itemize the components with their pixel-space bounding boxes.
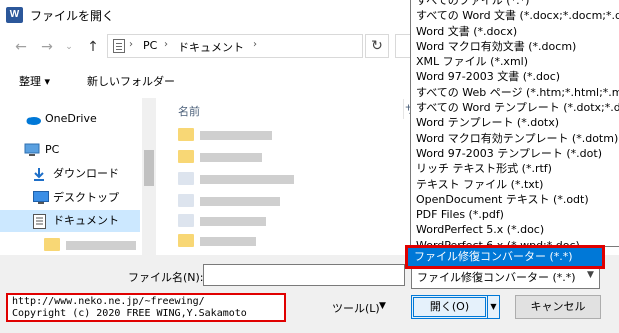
desktop-icon (33, 191, 49, 204)
dropdown-option[interactable]: OpenDocument テキスト (*.odt) (416, 192, 619, 207)
file-name-label: ファイル名(N): (128, 271, 204, 284)
folder-icon (178, 234, 194, 247)
sidebar-item-label: ドキュメント (53, 214, 119, 227)
sidebar-item-onedrive[interactable]: OneDrive (0, 108, 140, 130)
monitor-icon (24, 143, 40, 156)
sidebar-scrollbar-thumb[interactable] (144, 150, 154, 186)
refresh-icon: ↻ (371, 38, 383, 54)
file-type-dropdown-list[interactable]: すべてのファイル (*.*) すべての Word 文書 (*.docx;*.do… (410, 0, 619, 247)
dropdown-option[interactable]: Word マクロ有効テンプレート (*.dotm) (416, 131, 619, 146)
forward-button[interactable]: → (38, 38, 56, 56)
download-icon (34, 168, 44, 181)
breadcrumb-separator: › (164, 39, 168, 50)
word-app-icon: W (6, 7, 23, 23)
documents-location-icon (113, 39, 125, 53)
sidebar-item-label: OneDrive (45, 112, 97, 125)
dropdown-option[interactable]: Word マクロ有効文書 (*.docm) (416, 39, 619, 54)
folder-icon (44, 238, 60, 251)
cloud-icon (26, 117, 41, 125)
up-button[interactable]: ↑ (84, 38, 102, 56)
arrow-right-icon: → (41, 39, 53, 55)
watermark-copyright: Copyright (c) 2020 FREE WING,Y.Sakamoto (12, 308, 247, 319)
open-button[interactable]: 開く(O) (411, 295, 488, 319)
blurred-label (200, 217, 266, 226)
dropdown-option[interactable]: PDF Files (*.pdf) (416, 207, 619, 222)
dropdown-option[interactable]: Word 文書 (*.docx) (416, 24, 619, 39)
dropdown-option[interactable]: すべてのファイル (*.*) (416, 0, 619, 8)
file-icon (178, 194, 194, 207)
organize-button[interactable]: 整理 ▾ (19, 73, 50, 89)
chevron-down-icon: ▼ (490, 302, 497, 311)
copyright-watermark: http://www.neko.ne.jp/~freewing/ Copyrig… (6, 293, 286, 322)
file-icon (178, 172, 194, 185)
dropdown-option-highlighted[interactable]: ファイル修復コンバーター (*.*) (408, 248, 602, 266)
column-header-name[interactable]: 名前 (178, 103, 200, 119)
open-split-arrow[interactable]: ▼ (488, 295, 500, 319)
blurred-label (66, 241, 136, 250)
dropdown-option[interactable]: すべての Word テンプレート (*.dotx;*.dotm (416, 100, 619, 115)
dropdown-option[interactable]: すべての Web ページ (*.htm;*.html;*.mht; (416, 85, 619, 100)
breadcrumb-separator: › (253, 39, 257, 50)
dropdown-option[interactable]: XML ファイル (*.xml) (416, 54, 619, 69)
new-folder-button[interactable]: 新しいフォルダー (87, 73, 175, 89)
chevron-down-icon: ▼ (587, 270, 594, 280)
blurred-label (200, 197, 280, 206)
documents-icon (33, 214, 46, 229)
file-icon (178, 214, 194, 227)
back-button[interactable]: ← (12, 38, 30, 56)
column-divider[interactable] (403, 99, 404, 119)
blurred-label (200, 153, 262, 162)
folder-icon (178, 128, 194, 141)
breadcrumb-documents[interactable]: ドキュメント (178, 39, 244, 55)
cancel-button[interactable]: キャンセル (515, 295, 601, 319)
dropdown-option[interactable]: Word 97-2003 テンプレート (*.dot) (416, 146, 619, 161)
window-title: ファイルを開く (30, 9, 115, 23)
file-type-select[interactable]: ファイル修復コンバーター (*.*) (411, 267, 600, 289)
sidebar-item-downloads[interactable]: ダウンロード (0, 163, 140, 185)
blurred-label (200, 131, 272, 140)
blurred-label (200, 237, 256, 246)
dropdown-option[interactable]: Word テンプレート (*.dotx) (416, 115, 619, 130)
sidebar-item-label: ダウンロード (53, 167, 119, 180)
sidebar-item-label: PC (45, 143, 60, 156)
folder-icon (178, 150, 194, 163)
watermark-url: http://www.neko.ne.jp/~freewing/ (12, 296, 205, 307)
sidebar-item-desktop[interactable]: デスクトップ (0, 187, 140, 209)
blurred-label (200, 175, 294, 184)
breadcrumb-separator: › (129, 39, 133, 50)
breadcrumb-pc[interactable]: PC (143, 39, 157, 52)
dropdown-option[interactable]: すべての Word 文書 (*.docx;*.docm;*.do (416, 8, 619, 23)
refresh-button[interactable]: ↻ (365, 34, 389, 58)
dropdown-option[interactable]: Word 97-2003 文書 (*.doc) (416, 69, 619, 84)
tools-button[interactable]: ツール(L) (332, 300, 380, 316)
dropdown-option[interactable]: リッチ テキスト形式 (*.rtf) (416, 161, 619, 176)
recent-locations-button[interactable]: ⌄ (60, 38, 78, 56)
arrow-up-icon: ↑ (87, 39, 99, 55)
chevron-down-icon: ⌄ (65, 42, 73, 52)
sidebar-item-label: デスクトップ (53, 191, 119, 204)
arrow-left-icon: ← (15, 39, 27, 55)
file-name-input[interactable] (203, 264, 405, 286)
sidebar-item-pc[interactable]: PC (0, 139, 140, 161)
address-bar[interactable]: › PC › ドキュメント › (107, 34, 363, 58)
dropdown-option[interactable]: テキスト ファイル (*.txt) (416, 177, 619, 192)
dropdown-option[interactable]: WordPerfect 5.x (*.doc) (416, 222, 619, 237)
sidebar-item-documents[interactable]: ドキュメント (0, 210, 140, 232)
chevron-down-icon: ▼ (379, 301, 386, 311)
